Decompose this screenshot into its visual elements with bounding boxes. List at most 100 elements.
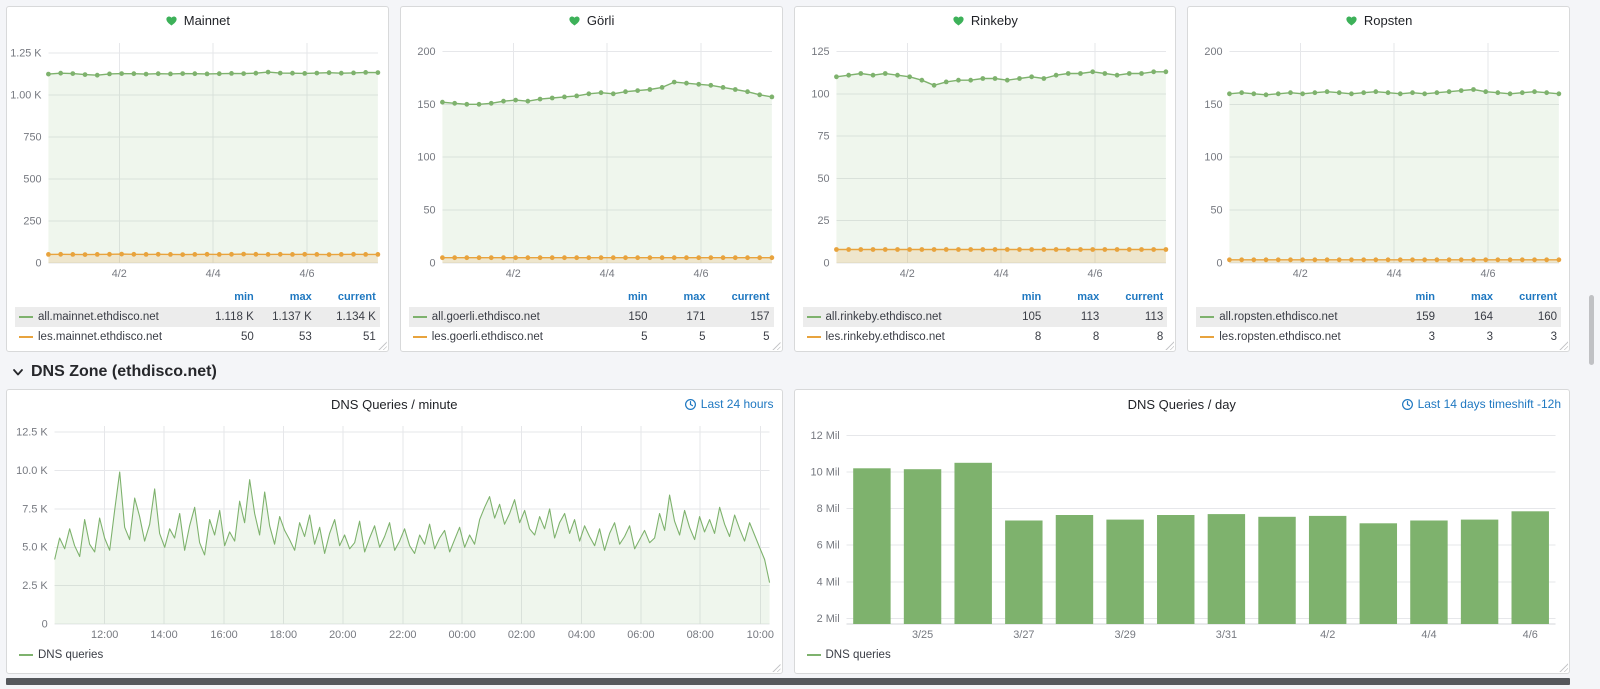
series-color-swatch [413, 336, 427, 338]
legend-row: les.mainnet.ethdisco.net505351 [15, 327, 380, 347]
time-range-link[interactable]: Last 14 days timeshift -12h [1401, 397, 1561, 411]
legend-series-toggle[interactable]: all.ropsten.ethdisco.net [1200, 311, 1377, 323]
svg-text:0: 0 [429, 257, 435, 269]
legend-header-current[interactable]: current [706, 291, 770, 303]
legend-header-max[interactable]: max [1435, 291, 1493, 303]
series-min-value: 150 [590, 311, 648, 323]
svg-text:00:00: 00:00 [449, 629, 476, 641]
svg-text:0: 0 [35, 257, 41, 269]
panel-title-dns-minute[interactable]: DNS Queries / minute Last 24 hours [7, 390, 782, 418]
panel-title-rinkeby[interactable]: Rinkeby [795, 7, 1176, 33]
panel-ropsten: Ropsten4/24/44/6050100150200minmaxcurren… [1187, 6, 1570, 352]
dns-zone-section-toggle[interactable]: DNS Zone (ethdisco.net) [6, 352, 1570, 389]
clock-icon [684, 398, 697, 411]
rinkeby-graph[interactable]: 4/24/44/60255075100125 [795, 33, 1176, 285]
series-color-swatch [807, 654, 821, 656]
legend-series-toggle[interactable]: DNS queries [38, 649, 103, 661]
svg-text:1.25 K: 1.25 K [10, 48, 42, 60]
legend-header-max[interactable]: max [1041, 291, 1099, 303]
panel-mainnet: Mainnet4/24/44/602505007501.00 K1.25 K mi… [6, 6, 389, 352]
time-range-label: Last 24 hours [701, 397, 774, 411]
panel-title-text: Rinkeby [971, 13, 1018, 28]
series-current-value: 113 [1099, 311, 1163, 323]
chevron-down-icon [12, 366, 24, 378]
series-color-swatch [1200, 316, 1214, 318]
legend-series-toggle[interactable]: les.ropsten.ethdisco.net [1200, 331, 1377, 343]
series-current-value: 8 [1099, 331, 1163, 343]
panel-title-text: Görli [587, 13, 614, 28]
page-scrollbar-thumb[interactable] [1589, 295, 1594, 365]
legend: minmaxcurrentall.goerli.ethdisco.net1501… [401, 285, 782, 347]
mainnet-graph[interactable]: 4/24/44/602505007501.00 K1.25 K [7, 33, 388, 285]
ropsten-graph[interactable]: 4/24/44/6050100150200 [1188, 33, 1569, 285]
series-max-value: 8 [1041, 331, 1099, 343]
svg-text:0: 0 [42, 618, 48, 630]
panel-title-goerli[interactable]: Görli [401, 7, 782, 33]
legend: minmaxcurrent all.ropsten.ethdisco.net 159… [1188, 285, 1569, 347]
series-max-value: 113 [1041, 311, 1099, 323]
dns-day-graph[interactable]: 2 Mil4 Mil6 Mil8 Mil10 Mil12 Mil3/253/27… [795, 418, 1570, 646]
legend-series-toggle[interactable]: all.rinkeby.ethdisco.net [807, 311, 984, 323]
legend-header-current[interactable]: current [1493, 291, 1557, 303]
legend-header-min[interactable]: min [196, 291, 254, 303]
legend: DNS queries [7, 646, 782, 664]
green-heart-icon [952, 14, 965, 27]
series-min-value: 159 [1377, 311, 1435, 323]
svg-text:12:00: 12:00 [91, 629, 118, 641]
svg-text:3/25: 3/25 [911, 629, 932, 641]
time-range-link[interactable]: Last 24 hours [684, 397, 774, 411]
svg-text:18:00: 18:00 [270, 629, 297, 641]
legend-series-toggle[interactable]: les.goerli.ethdisco.net [413, 331, 590, 343]
svg-text:10.0 K: 10.0 K [16, 465, 48, 477]
svg-text:0: 0 [1217, 257, 1223, 269]
legend-header-current[interactable]: current [312, 291, 376, 303]
svg-text:3/29: 3/29 [1114, 629, 1135, 641]
svg-text:50: 50 [817, 173, 829, 185]
series-color-swatch [19, 316, 33, 318]
legend-series-toggle[interactable]: all.goerli.ethdisco.net [413, 311, 590, 323]
panel-goerli: Görli 4/24/44/6050100150200 minmaxcurrent a… [400, 6, 783, 352]
legend-series-toggle[interactable]: all.mainnet.ethdisco.net [19, 311, 196, 323]
svg-text:4/6: 4/6 [1087, 268, 1102, 280]
svg-text:04:00: 04:00 [568, 629, 595, 641]
panel-title-text: DNS Queries / day [1128, 397, 1236, 412]
svg-text:4/6: 4/6 [1481, 268, 1496, 280]
svg-text:08:00: 08:00 [687, 629, 714, 641]
svg-text:4/6: 4/6 [1522, 629, 1537, 641]
green-heart-icon [1345, 14, 1358, 27]
svg-text:06:00: 06:00 [627, 629, 654, 641]
series-min-value: 8 [983, 331, 1041, 343]
panel-rinkeby: Rinkeby4/24/44/60255075100125minmaxcurre… [794, 6, 1177, 352]
series-name-label: all.ropsten.ethdisco.net [1219, 311, 1337, 323]
svg-text:25: 25 [817, 215, 829, 227]
legend-header-min[interactable]: min [590, 291, 648, 303]
panel-title-mainnet[interactable]: Mainnet [7, 7, 388, 33]
svg-text:50: 50 [1211, 205, 1223, 217]
series-current-value: 1.134 K [312, 311, 376, 323]
panel-title-text: DNS Queries / minute [331, 397, 457, 412]
legend: minmaxcurrentall.rinkeby.ethdisco.net105… [795, 285, 1176, 347]
series-min-value: 5 [590, 331, 648, 343]
svg-text:20:00: 20:00 [329, 629, 356, 641]
dns-panels-row: DNS Queries / minuteLast 24 hours12:0014… [6, 389, 1570, 674]
goerli-graph[interactable]: 4/24/44/6050100150200 [401, 33, 782, 285]
series-max-value: 3 [1435, 331, 1493, 343]
legend-series-toggle[interactable]: les.mainnet.ethdisco.net [19, 331, 196, 343]
panel-title-dns-day[interactable]: DNS Queries / day Last 14 days timeshift … [795, 390, 1570, 418]
legend-header-min[interactable]: min [1377, 291, 1435, 303]
legend-header-max[interactable]: max [648, 291, 706, 303]
svg-text:200: 200 [1205, 46, 1223, 58]
legend-series-toggle[interactable]: les.rinkeby.ethdisco.net [807, 331, 984, 343]
grafana-dashboard: Mainnet4/24/44/602505007501.00 K1.25 K mi… [0, 0, 1600, 689]
legend-header-current[interactable]: current [1099, 291, 1163, 303]
series-max-value: 5 [648, 331, 706, 343]
svg-text:2.5 K: 2.5 K [22, 580, 48, 592]
svg-text:10:00: 10:00 [747, 629, 774, 641]
series-current-value: 3 [1493, 331, 1557, 343]
legend-series-toggle[interactable]: DNS queries [826, 649, 891, 661]
svg-text:4/4: 4/4 [1387, 268, 1402, 280]
dns-minute-graph[interactable]: 12:0014:0016:0018:0020:0022:0000:0002:00… [7, 418, 782, 646]
legend-header-min[interactable]: min [983, 291, 1041, 303]
legend-header-max[interactable]: max [254, 291, 312, 303]
panel-title-ropsten[interactable]: Ropsten [1188, 7, 1569, 33]
